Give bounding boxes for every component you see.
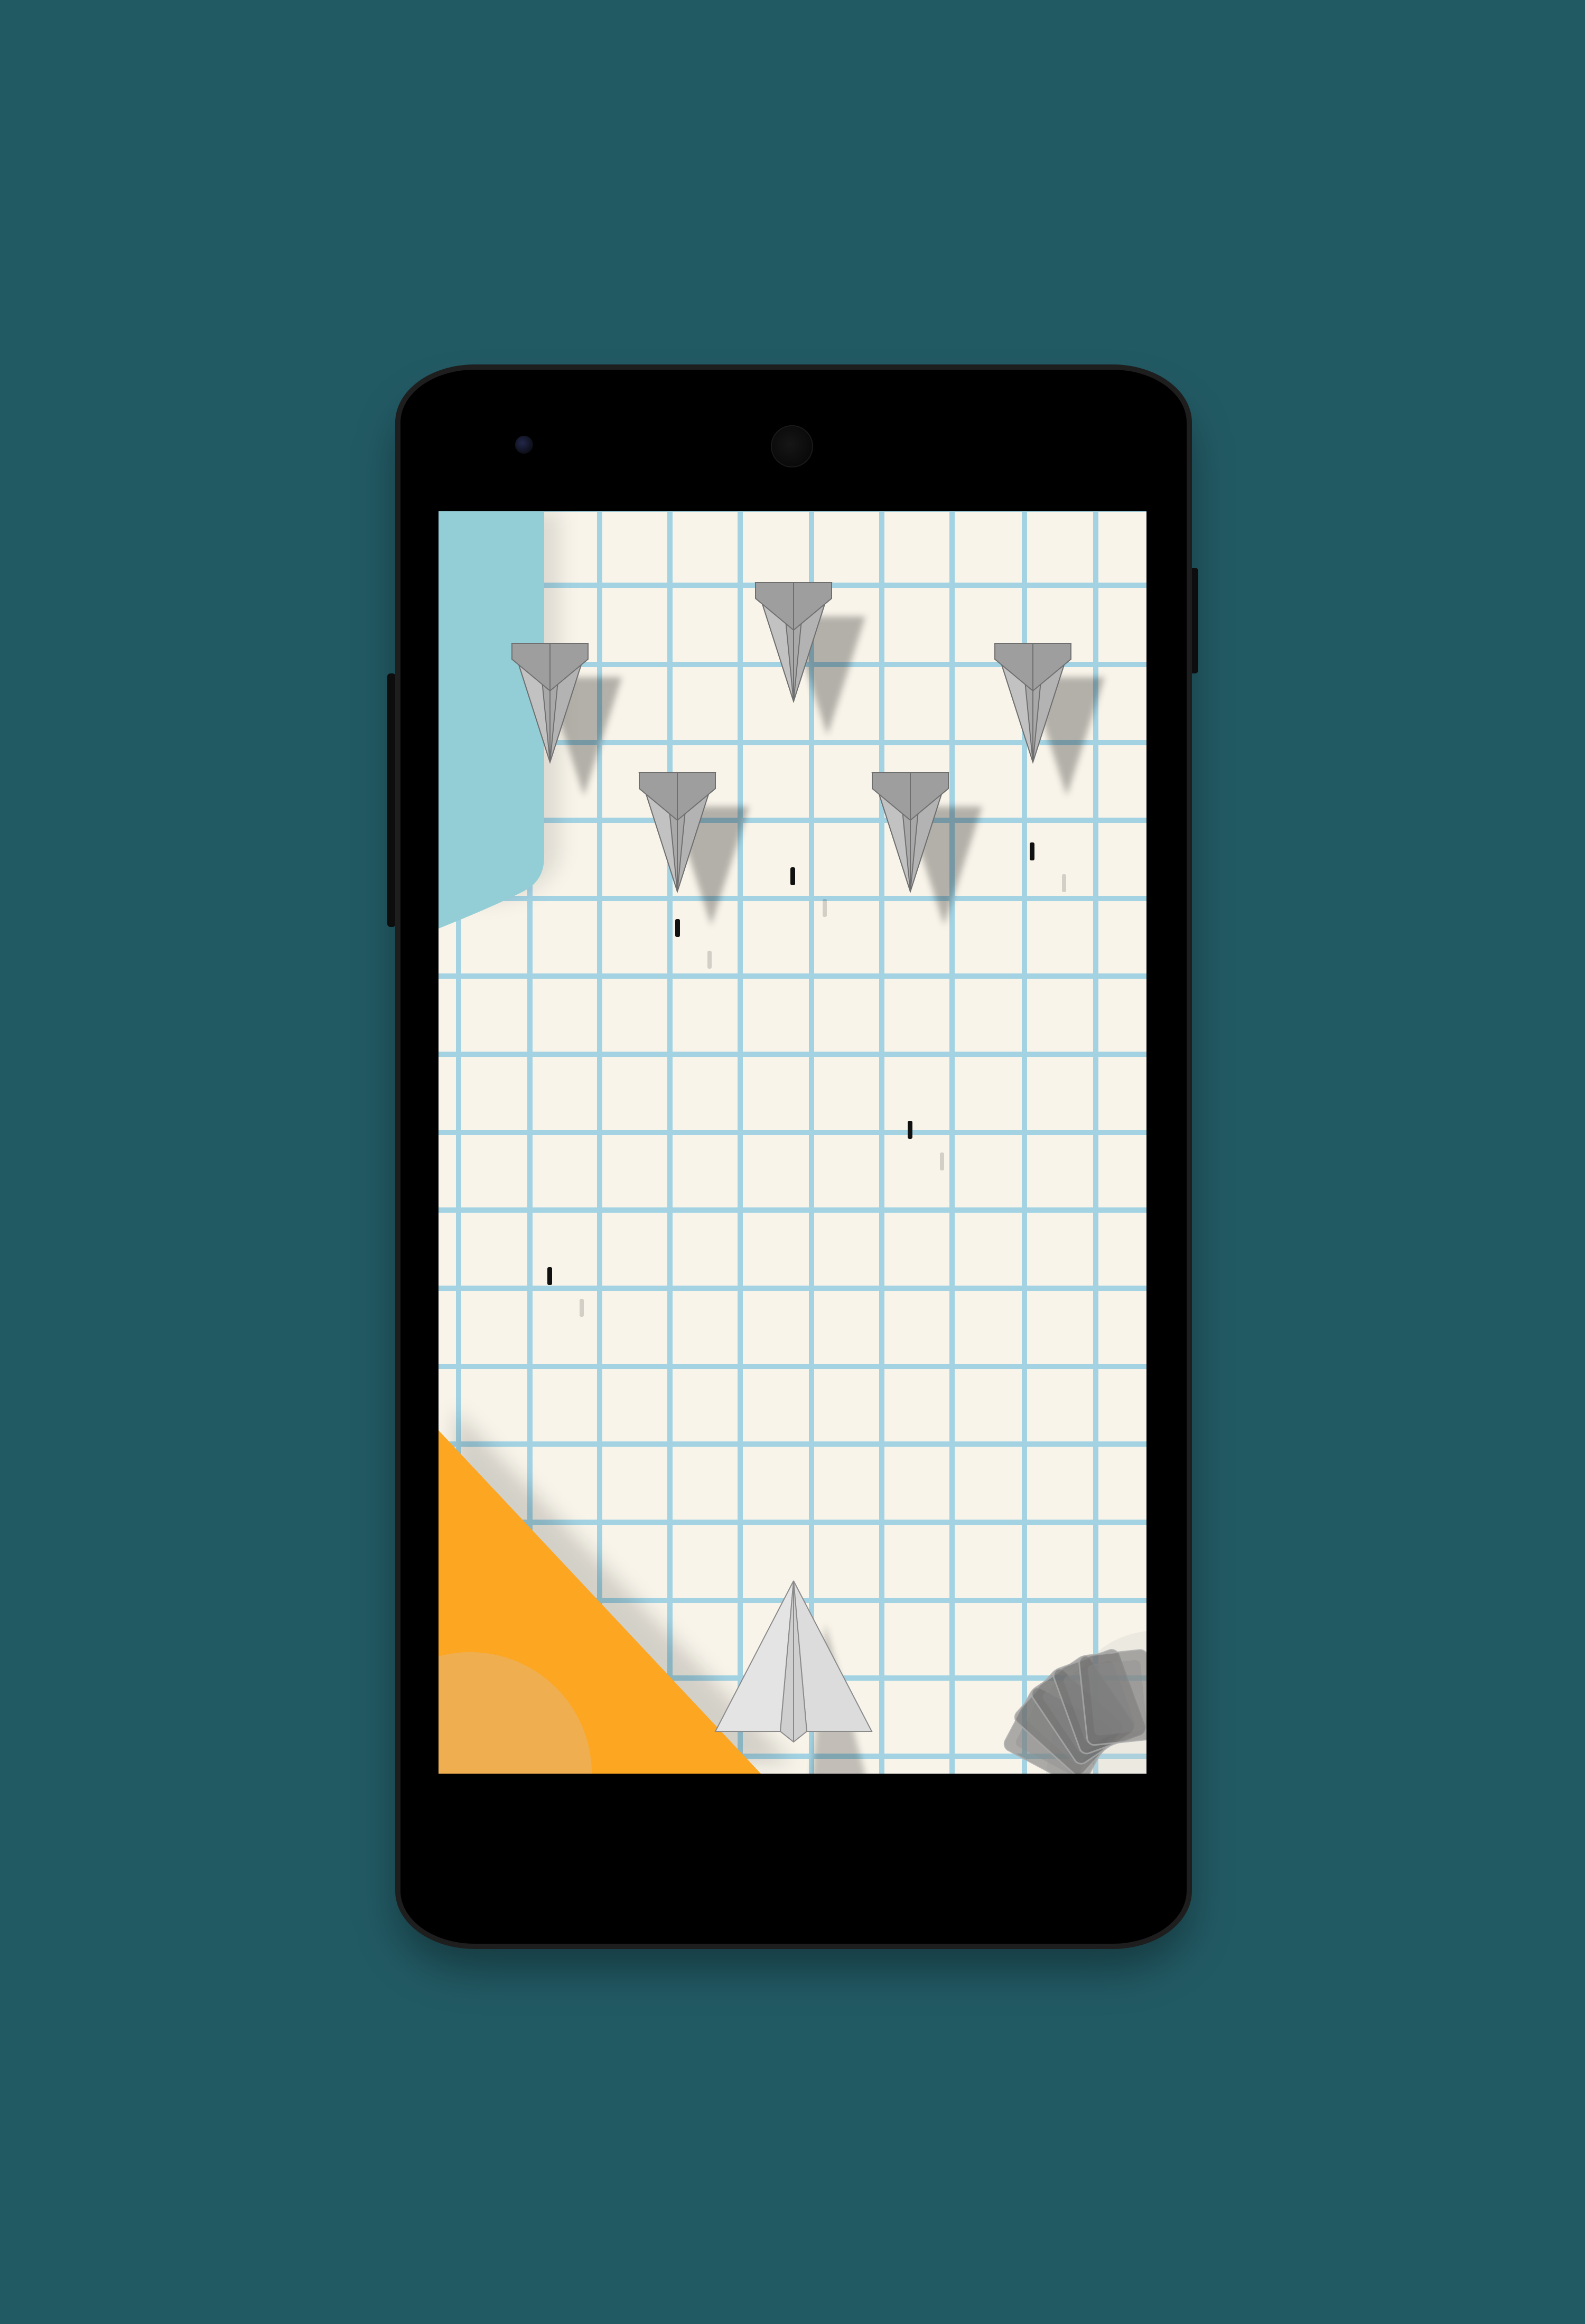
bullet [1030,842,1034,860]
game-canvas[interactable] [439,511,1146,1774]
grid-line [949,511,955,1774]
bullet-shadow [1062,874,1066,892]
grid-line [879,511,884,1774]
grid-line [439,1207,1146,1213]
grid-line [439,1364,1146,1369]
bullet [908,1121,912,1139]
grid-line [439,973,1146,979]
bullet [790,867,795,885]
front-sensor [515,436,533,454]
card [1078,1649,1146,1746]
grid-line [738,511,743,1774]
bullet [547,1267,552,1285]
grid-line [439,896,1146,901]
grid-line [667,511,673,1774]
bullet-shadow [707,951,712,969]
grid-line [439,1052,1146,1057]
grid-line [809,511,814,1774]
grid-line [439,1130,1146,1135]
bullet-shadow [823,899,827,917]
bullet-shadow [580,1299,584,1317]
volume-button [387,673,396,927]
grid-line [439,1441,1146,1447]
bullet-shadow [940,1152,944,1170]
bullet [675,919,680,937]
grid-line [439,1286,1146,1291]
front-camera [771,425,813,467]
game-screen[interactable] [439,511,1146,1774]
